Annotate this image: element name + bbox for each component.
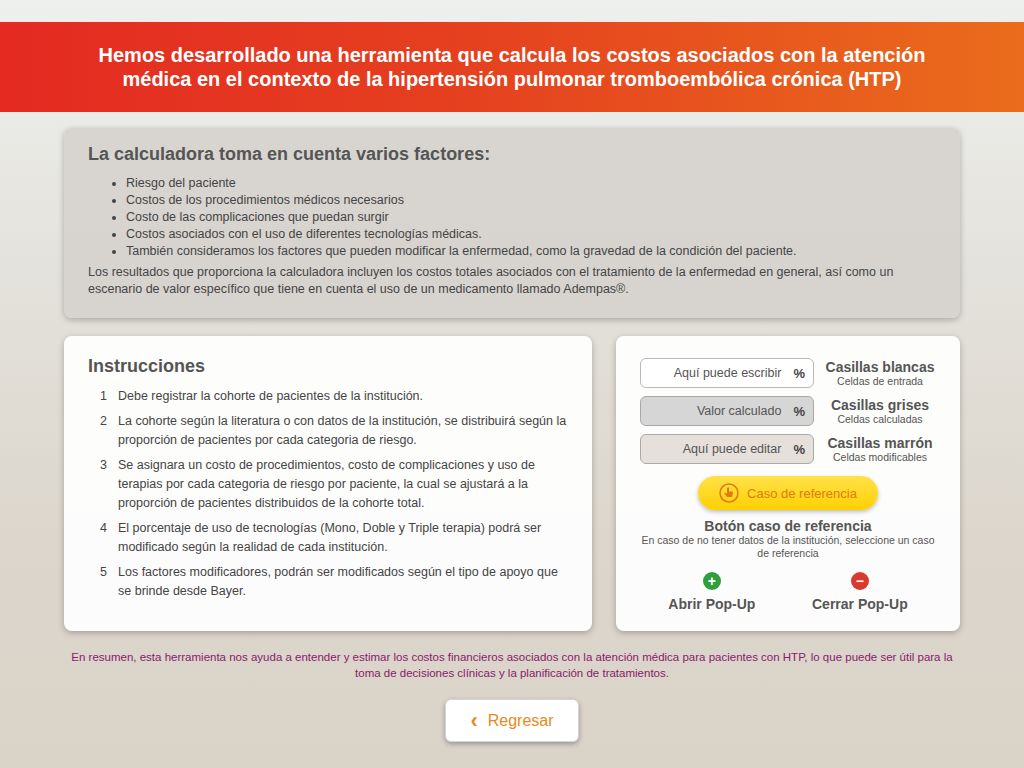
popup-label: Abrir Pop-Up bbox=[668, 596, 755, 612]
popup-row: + Abrir Pop-Up − Cerrar Pop-Up bbox=[640, 572, 936, 612]
field-text: Aquí puede escribir bbox=[674, 366, 782, 380]
factors-list: Riesgo del pacienteCostos de los procedi… bbox=[88, 175, 936, 260]
legend-caption: Celdas modificables bbox=[833, 451, 927, 463]
step-number: 4 bbox=[100, 519, 110, 557]
legend-label: Casillas blancas bbox=[826, 359, 935, 375]
field-text: Valor calculado bbox=[697, 404, 782, 418]
step-text: El porcentaje de uso de tecnologías (Mon… bbox=[118, 519, 568, 557]
input-field[interactable]: Aquí puede escribir% bbox=[640, 358, 814, 388]
step-text: La cohorte según la literatura o con dat… bbox=[118, 412, 568, 450]
step-number: 1 bbox=[100, 387, 110, 406]
legend-row: Aquí puede editar% Casillas marrónCeldas … bbox=[640, 434, 936, 464]
back-button[interactable]: ‹ Regresar bbox=[445, 699, 579, 742]
legend-caption: Celdas calculadas bbox=[837, 413, 922, 425]
step-text: Los factores modificadores, podrán ser m… bbox=[118, 563, 568, 601]
step-number: 5 bbox=[100, 563, 110, 601]
field-text: Aquí puede editar bbox=[683, 442, 782, 456]
step-number: 2 bbox=[100, 412, 110, 450]
factor-item: Costo de las complicaciones que puedan s… bbox=[126, 209, 936, 226]
factor-item: También consideramos los factores que pu… bbox=[126, 243, 936, 260]
legend-caption: Celdas de entrada bbox=[837, 375, 923, 387]
instructions-title: Instrucciones bbox=[88, 356, 568, 377]
header-title: Hemos desarrollado una herramienta que c… bbox=[87, 43, 937, 91]
legend-label: Casillas grises bbox=[831, 397, 929, 413]
page: Hemos desarrollado una herramienta que c… bbox=[0, 0, 1024, 768]
instruction-step: 2La cohorte según la literatura o con da… bbox=[100, 412, 568, 450]
percent-icon: % bbox=[793, 442, 805, 457]
legend-text: Casillas marrónCeldas modificables bbox=[824, 435, 936, 463]
factor-item: Costos asociados con el uso de diferente… bbox=[126, 226, 936, 243]
legend-text: Casillas blancasCeldas de entrada bbox=[824, 359, 936, 387]
percent-icon: % bbox=[793, 366, 805, 381]
factor-item: Riesgo del paciente bbox=[126, 175, 936, 192]
legend-card: Aquí puede escribir%Casillas blancasCeld… bbox=[616, 336, 960, 631]
factors-card: La calculadora toma en cuenta varios fac… bbox=[64, 128, 960, 318]
popup-label: Cerrar Pop-Up bbox=[812, 596, 908, 612]
content-row: Instrucciones 1 Debe registrar la cohorte … bbox=[64, 336, 960, 631]
factor-item: Costos de los procedimientos médicos nec… bbox=[126, 192, 936, 209]
reference-button[interactable]: Caso de referencia bbox=[698, 476, 878, 510]
minus-icon[interactable]: − bbox=[851, 572, 869, 590]
legend-text: Casillas grisesCeldas calculadas bbox=[824, 397, 936, 425]
factors-summary: Los resultados que proporciona la calcul… bbox=[88, 264, 936, 298]
hand-pointer-icon bbox=[719, 483, 739, 503]
calculated-field: Valor calculado% bbox=[640, 396, 814, 426]
factors-title: La calculadora toma en cuenta varios fac… bbox=[88, 144, 936, 165]
percent-icon: % bbox=[793, 404, 805, 419]
instruction-step: 1 Debe registrar la cohorte de pacientes … bbox=[100, 387, 568, 406]
step-text: Se asignara un costo de procedimientos, … bbox=[118, 456, 568, 513]
editable-field[interactable]: Aquí puede editar% bbox=[640, 434, 814, 464]
open-popup[interactable]: + Abrir Pop-Up bbox=[668, 572, 755, 612]
step-text: Debe registrar la cohorte de pacientes d… bbox=[118, 387, 423, 406]
reference-caption: En caso de no tener datos de la instituc… bbox=[640, 534, 936, 560]
back-button-label: Regresar bbox=[488, 712, 554, 730]
legend-label: Casillas marrón bbox=[827, 435, 932, 451]
reference-button-label: Caso de referencia bbox=[747, 486, 857, 501]
step-number: 3 bbox=[100, 456, 110, 513]
header-banner: Hemos desarrollado una herramienta que c… bbox=[0, 22, 1024, 112]
footer-summary: En resumen, esta herramienta nos ayuda a… bbox=[62, 649, 962, 681]
instructions-card: Instrucciones 1 Debe registrar la cohorte … bbox=[64, 336, 592, 631]
chevron-left-icon: ‹ bbox=[470, 710, 477, 732]
instruction-step: 3Se asignara un costo de procedimientos,… bbox=[100, 456, 568, 513]
legend-row: Aquí puede escribir% Casillas blancasCeld… bbox=[640, 358, 936, 388]
close-popup[interactable]: − Cerrar Pop-Up bbox=[812, 572, 908, 612]
legend-row: Valor calculado% Casillas grisesCeldas ca… bbox=[640, 396, 936, 426]
instruction-step: 4El porcentaje de uso de tecnologías (Mo… bbox=[100, 519, 568, 557]
plus-icon[interactable]: + bbox=[703, 572, 721, 590]
reference-title: Botón caso de referencia bbox=[704, 518, 871, 534]
instruction-step: 5Los factores modificadores, podrán ser … bbox=[100, 563, 568, 601]
instructions-list: 1 Debe registrar la cohorte de pacientes … bbox=[88, 387, 568, 601]
reference-section: Caso de referencia Botón caso de referenc… bbox=[640, 472, 936, 560]
